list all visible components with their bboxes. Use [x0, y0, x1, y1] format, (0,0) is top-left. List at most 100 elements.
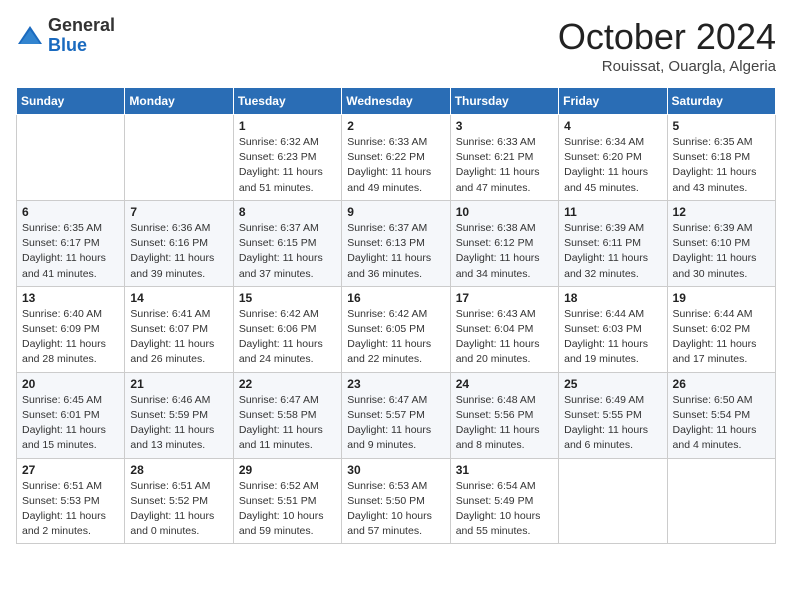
day-number: 4 [564, 119, 661, 133]
day-info: Sunrise: 6:38 AM Sunset: 6:12 PM Dayligh… [456, 221, 553, 282]
calendar-week-row: 6 Sunrise: 6:35 AM Sunset: 6:17 PM Daylig… [17, 200, 776, 286]
day-number: 24 [456, 377, 553, 391]
day-number: 21 [130, 377, 227, 391]
day-info: Sunrise: 6:50 AM Sunset: 5:54 PM Dayligh… [673, 393, 770, 454]
weekday-header-saturday: Saturday [667, 88, 775, 115]
day-info: Sunrise: 6:51 AM Sunset: 5:52 PM Dayligh… [130, 479, 227, 540]
logo: General Blue [16, 16, 115, 56]
day-info: Sunrise: 6:36 AM Sunset: 6:16 PM Dayligh… [130, 221, 227, 282]
day-info: Sunrise: 6:32 AM Sunset: 6:23 PM Dayligh… [239, 135, 336, 196]
day-info: Sunrise: 6:43 AM Sunset: 6:04 PM Dayligh… [456, 307, 553, 368]
day-info: Sunrise: 6:39 AM Sunset: 6:10 PM Dayligh… [673, 221, 770, 282]
location-text: Rouissat, Ouargla, Algeria [558, 58, 776, 75]
title-block: October 2024 Rouissat, Ouargla, Algeria [558, 16, 776, 75]
calendar-cell: 25 Sunrise: 6:49 AM Sunset: 5:55 PM Dayli… [559, 372, 667, 458]
calendar-cell [559, 458, 667, 544]
calendar-cell: 6 Sunrise: 6:35 AM Sunset: 6:17 PM Daylig… [17, 200, 125, 286]
day-number: 1 [239, 119, 336, 133]
day-number: 14 [130, 291, 227, 305]
day-info: Sunrise: 6:33 AM Sunset: 6:22 PM Dayligh… [347, 135, 444, 196]
day-info: Sunrise: 6:37 AM Sunset: 6:13 PM Dayligh… [347, 221, 444, 282]
day-number: 29 [239, 463, 336, 477]
calendar-cell: 11 Sunrise: 6:39 AM Sunset: 6:11 PM Dayli… [559, 200, 667, 286]
day-number: 16 [347, 291, 444, 305]
weekday-header-monday: Monday [125, 88, 233, 115]
day-info: Sunrise: 6:46 AM Sunset: 5:59 PM Dayligh… [130, 393, 227, 454]
day-info: Sunrise: 6:48 AM Sunset: 5:56 PM Dayligh… [456, 393, 553, 454]
calendar-cell: 21 Sunrise: 6:46 AM Sunset: 5:59 PM Dayli… [125, 372, 233, 458]
calendar-week-row: 27 Sunrise: 6:51 AM Sunset: 5:53 PM Dayli… [17, 458, 776, 544]
day-info: Sunrise: 6:44 AM Sunset: 6:02 PM Dayligh… [673, 307, 770, 368]
day-info: Sunrise: 6:47 AM Sunset: 5:57 PM Dayligh… [347, 393, 444, 454]
calendar-cell: 1 Sunrise: 6:32 AM Sunset: 6:23 PM Daylig… [233, 115, 341, 201]
calendar-cell: 17Sunrise: 6:43 AM Sunset: 6:04 PM Dayli… [450, 286, 558, 372]
calendar-cell: 28 Sunrise: 6:51 AM Sunset: 5:52 PM Dayli… [125, 458, 233, 544]
weekday-header-tuesday: Tuesday [233, 88, 341, 115]
calendar-cell: 16 Sunrise: 6:42 AM Sunset: 6:05 PM Dayli… [342, 286, 450, 372]
calendar-body: 1 Sunrise: 6:32 AM Sunset: 6:23 PM Daylig… [17, 115, 776, 544]
day-number: 15 [239, 291, 336, 305]
day-number: 12 [673, 205, 770, 219]
day-number: 31 [456, 463, 553, 477]
day-number: 27 [22, 463, 119, 477]
logo-blue-text: Blue [48, 35, 87, 55]
calendar-cell: 20Sunrise: 6:45 AM Sunset: 6:01 PM Dayli… [17, 372, 125, 458]
calendar-cell: 19 Sunrise: 6:44 AM Sunset: 6:02 PM Dayli… [667, 286, 775, 372]
day-number: 3 [456, 119, 553, 133]
day-number: 5 [673, 119, 770, 133]
day-info: Sunrise: 6:44 AM Sunset: 6:03 PM Dayligh… [564, 307, 661, 368]
calendar-cell: 14 Sunrise: 6:41 AM Sunset: 6:07 PM Dayli… [125, 286, 233, 372]
day-info: Sunrise: 6:35 AM Sunset: 6:18 PM Dayligh… [673, 135, 770, 196]
day-info: Sunrise: 6:34 AM Sunset: 6:20 PM Dayligh… [564, 135, 661, 196]
day-number: 18 [564, 291, 661, 305]
day-number: 7 [130, 205, 227, 219]
day-number: 20 [22, 377, 119, 391]
page-header: General Blue October 2024 Rouissat, Ouar… [16, 16, 776, 75]
logo-general-text: General [48, 15, 115, 35]
calendar-cell: 23 Sunrise: 6:47 AM Sunset: 5:57 PM Dayli… [342, 372, 450, 458]
calendar-header-row: SundayMondayTuesdayWednesdayThursdayFrid… [17, 88, 776, 115]
month-title: October 2024 [558, 16, 776, 58]
calendar-cell: 10 Sunrise: 6:38 AM Sunset: 6:12 PM Dayli… [450, 200, 558, 286]
day-info: Sunrise: 6:35 AM Sunset: 6:17 PM Dayligh… [22, 221, 119, 282]
day-info: Sunrise: 6:40 AM Sunset: 6:09 PM Dayligh… [22, 307, 119, 368]
day-info: Sunrise: 6:54 AM Sunset: 5:49 PM Dayligh… [456, 479, 553, 540]
day-info: Sunrise: 6:51 AM Sunset: 5:53 PM Dayligh… [22, 479, 119, 540]
day-info: Sunrise: 6:53 AM Sunset: 5:50 PM Dayligh… [347, 479, 444, 540]
calendar-cell: 31 Sunrise: 6:54 AM Sunset: 5:49 PM Dayli… [450, 458, 558, 544]
logo-icon [16, 22, 44, 50]
calendar-cell: 9 Sunrise: 6:37 AM Sunset: 6:13 PM Daylig… [342, 200, 450, 286]
calendar-cell: 15Sunrise: 6:42 AM Sunset: 6:06 PM Dayli… [233, 286, 341, 372]
calendar-cell: 13Sunrise: 6:40 AM Sunset: 6:09 PM Dayli… [17, 286, 125, 372]
day-info: Sunrise: 6:49 AM Sunset: 5:55 PM Dayligh… [564, 393, 661, 454]
calendar-week-row: 13Sunrise: 6:40 AM Sunset: 6:09 PM Dayli… [17, 286, 776, 372]
calendar-cell: 26Sunrise: 6:50 AM Sunset: 5:54 PM Dayli… [667, 372, 775, 458]
day-info: Sunrise: 6:42 AM Sunset: 6:05 PM Dayligh… [347, 307, 444, 368]
day-number: 25 [564, 377, 661, 391]
calendar-cell: 29 Sunrise: 6:52 AM Sunset: 5:51 PM Dayli… [233, 458, 341, 544]
day-info: Sunrise: 6:33 AM Sunset: 6:21 PM Dayligh… [456, 135, 553, 196]
weekday-header-friday: Friday [559, 88, 667, 115]
calendar-cell: 24 Sunrise: 6:48 AM Sunset: 5:56 PM Dayli… [450, 372, 558, 458]
weekday-header-wednesday: Wednesday [342, 88, 450, 115]
day-info: Sunrise: 6:37 AM Sunset: 6:15 PM Dayligh… [239, 221, 336, 282]
day-number: 19 [673, 291, 770, 305]
calendar-cell [17, 115, 125, 201]
day-number: 6 [22, 205, 119, 219]
day-number: 2 [347, 119, 444, 133]
day-info: Sunrise: 6:41 AM Sunset: 6:07 PM Dayligh… [130, 307, 227, 368]
calendar-cell: 8 Sunrise: 6:37 AM Sunset: 6:15 PM Daylig… [233, 200, 341, 286]
day-number: 9 [347, 205, 444, 219]
calendar-cell: 30Sunrise: 6:53 AM Sunset: 5:50 PM Dayli… [342, 458, 450, 544]
day-number: 11 [564, 205, 661, 219]
calendar-cell [667, 458, 775, 544]
day-number: 28 [130, 463, 227, 477]
day-number: 8 [239, 205, 336, 219]
day-number: 23 [347, 377, 444, 391]
day-info: Sunrise: 6:52 AM Sunset: 5:51 PM Dayligh… [239, 479, 336, 540]
day-info: Sunrise: 6:39 AM Sunset: 6:11 PM Dayligh… [564, 221, 661, 282]
calendar-cell: 5 Sunrise: 6:35 AM Sunset: 6:18 PM Daylig… [667, 115, 775, 201]
weekday-header-thursday: Thursday [450, 88, 558, 115]
day-number: 10 [456, 205, 553, 219]
calendar-cell: 7 Sunrise: 6:36 AM Sunset: 6:16 PM Daylig… [125, 200, 233, 286]
